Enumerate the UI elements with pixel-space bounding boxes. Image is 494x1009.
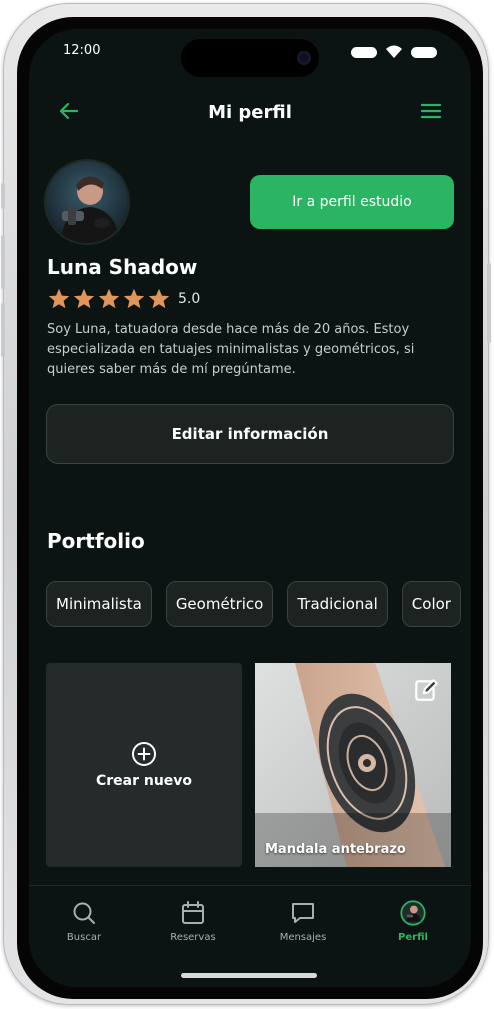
avatar-icon — [400, 900, 426, 926]
app-screen: 12:00 Mi perfil Ir a perfil estudio Luna… — [29, 29, 471, 987]
volume-down-button — [1, 303, 5, 357]
tab-label: Mensajes — [279, 932, 327, 943]
bottom-tab-bar: Buscar Reservas Mensajes Perfil — [29, 885, 471, 987]
tab-label: Perfil — [398, 932, 428, 943]
rating-value: 5.0 — [178, 291, 201, 307]
tab-label: Reservas — [170, 932, 216, 943]
tab-buscar[interactable]: Buscar — [39, 900, 129, 943]
dynamic-island — [181, 39, 319, 77]
mute-switch — [1, 183, 5, 209]
profile-bio: Soy Luna, tatuadora desde hace más de 20… — [47, 322, 415, 377]
battery-icon — [411, 46, 437, 58]
plus-circle-icon — [132, 742, 156, 766]
menu-icon[interactable] — [419, 99, 443, 123]
star-icon — [98, 288, 120, 309]
camera-icon — [297, 51, 311, 65]
star-icon — [48, 288, 70, 309]
create-new-card[interactable]: Crear nuevo — [46, 663, 242, 867]
tag-tradicional[interactable]: Tradicional — [287, 581, 388, 627]
phone-frame: 12:00 Mi perfil Ir a perfil estudio Luna… — [1, 3, 491, 1005]
tag-minimalista[interactable]: Minimalista — [46, 581, 152, 627]
page-title: Mi perfil — [208, 102, 292, 123]
calendar-icon — [182, 901, 204, 924]
tag-color[interactable]: Color — [401, 581, 461, 627]
volume-up-button — [1, 235, 5, 289]
message-icon — [292, 903, 314, 923]
search-icon — [73, 902, 95, 924]
avatar-photo — [46, 161, 128, 243]
portfolio-item[interactable]: Mandala antebrazo — [255, 663, 451, 867]
rating: 5.0 — [47, 287, 200, 311]
power-button — [487, 263, 491, 343]
star-icon — [123, 288, 145, 309]
star-icon — [73, 288, 95, 309]
tab-mensajes[interactable]: Mensajes — [258, 900, 348, 943]
signal-icon — [351, 46, 377, 58]
home-indicator — [181, 973, 317, 978]
portfolio-heading: Portfolio — [47, 529, 145, 553]
portfolio-tags: Minimalista Geométrico Tradicional Color — [46, 581, 461, 627]
studio-profile-button[interactable]: Ir a perfil estudio — [250, 175, 454, 229]
star-icon — [148, 288, 170, 309]
status-time: 12:00 — [63, 43, 101, 58]
edit-info-button[interactable]: Editar información — [46, 404, 454, 464]
profile-avatar — [46, 161, 128, 243]
tab-reservas[interactable]: Reservas — [148, 900, 238, 943]
profile-name: Luna Shadow — [47, 255, 198, 279]
wifi-icon — [386, 45, 402, 58]
tag-geometrico[interactable]: Geométrico — [165, 581, 274, 627]
status-icons — [351, 45, 437, 59]
tab-perfil[interactable]: Perfil — [368, 900, 458, 943]
create-new-label: Crear nuevo — [95, 773, 193, 789]
portfolio-item-caption: Mandala antebrazo — [265, 842, 406, 857]
tab-label: Buscar — [66, 932, 102, 943]
edit-icon[interactable] — [413, 677, 439, 703]
